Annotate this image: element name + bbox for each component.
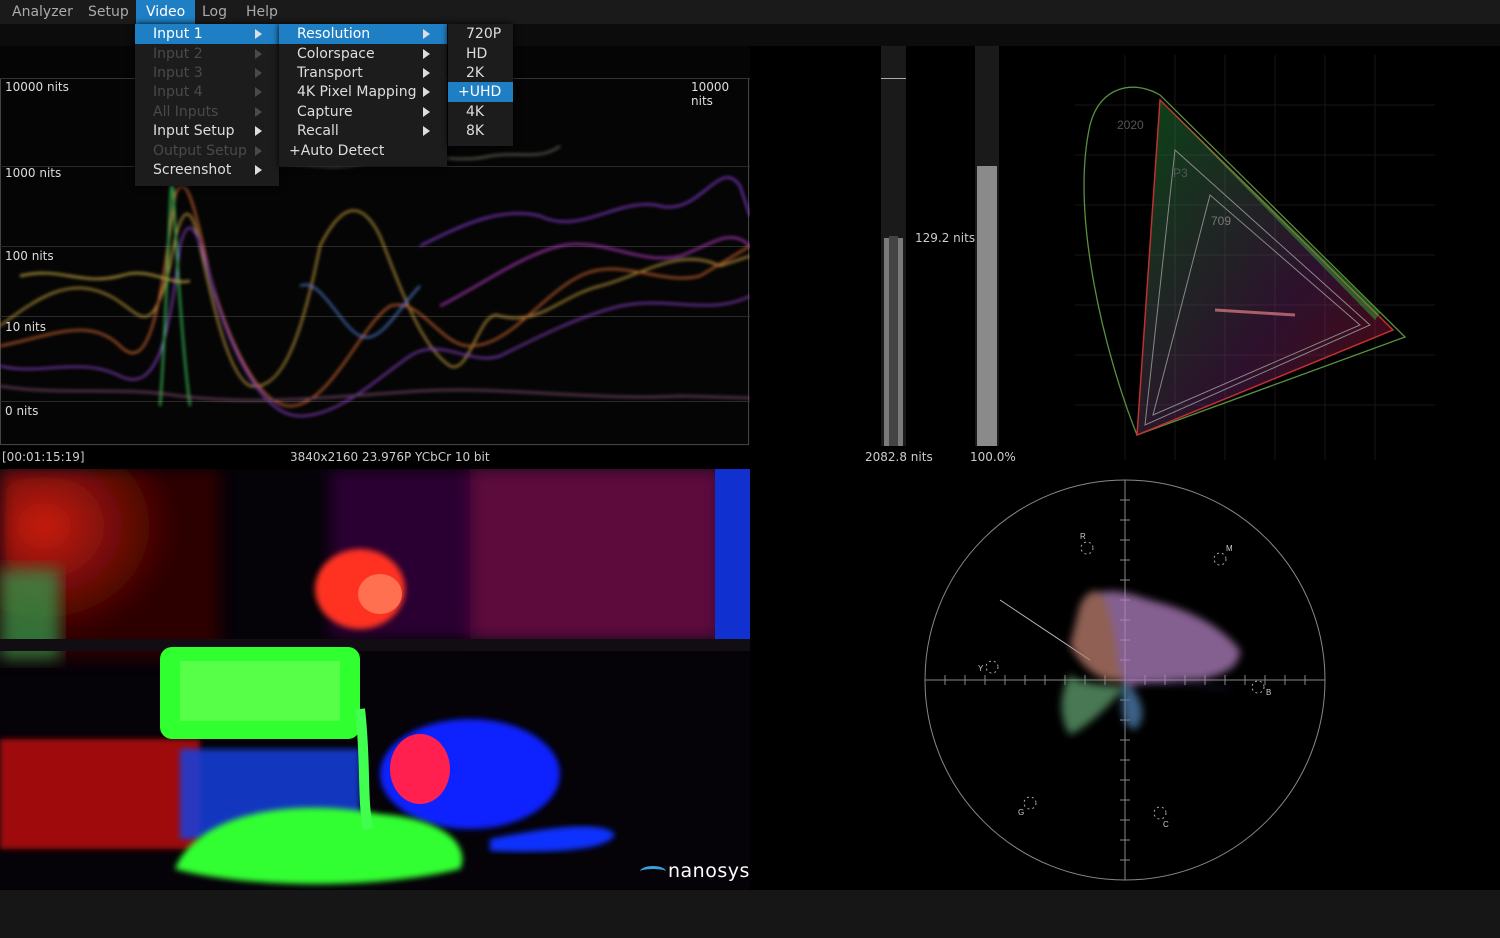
menu-item-4k-pixel-mapping[interactable]: 4K Pixel Mapping <box>279 82 447 102</box>
menu-log[interactable]: Log <box>196 0 233 24</box>
submenu-arrow-icon <box>255 87 262 97</box>
waveform-label-10000-left: 10000 nits <box>5 80 69 94</box>
percent-meter-fill <box>977 166 997 446</box>
vectorscope-target-m: M <box>1226 544 1233 553</box>
menu-analyzer[interactable]: Analyzer <box>6 0 79 24</box>
menu-item-transport-label: Transport <box>297 65 363 81</box>
submenu-arrow-icon <box>255 107 262 117</box>
meter-tick <box>881 78 906 79</box>
menu-item-input-4-label: Input 4 <box>153 84 203 100</box>
menu-item-recall[interactable]: Recall <box>279 121 447 141</box>
menu-item-input-3-label: Input 3 <box>153 65 203 81</box>
menu-item-colorspace-label: Colorspace <box>297 46 375 62</box>
menu-item-auto-detect[interactable]: +Auto Detect <box>279 141 447 161</box>
menu-bar: Analyzer Setup Video Log Help <box>0 0 1500 24</box>
menu-item-screenshot-label: Screenshot <box>153 162 232 178</box>
waveform-label-100: 100 nits <box>5 249 54 263</box>
submenu-arrow-icon <box>423 68 430 78</box>
menu-help[interactable]: Help <box>240 0 284 24</box>
menu-item-recall-label: Recall <box>297 123 339 139</box>
submenu-arrow-icon <box>255 49 262 59</box>
menu-video[interactable]: Video <box>136 0 196 24</box>
waveform-label-10: 10 nits <box>5 320 46 334</box>
vectorscope-target-r: R <box>1080 532 1086 541</box>
menu-item-capture[interactable]: Capture <box>279 102 447 122</box>
vectorscope-target-c: C <box>1163 820 1169 829</box>
input-submenu: Resolution Colorspace Transport 4K Pixel… <box>279 24 447 166</box>
menu-item-720p-label: 720P <box>466 26 502 42</box>
vectorscope: R M Y B G C <box>924 479 1326 881</box>
menu-item-output-setup-label: Output Setup <box>153 143 247 159</box>
menu-item-2k-label: 2K <box>466 65 485 81</box>
cie-label-709: 709 <box>1211 214 1231 228</box>
menu-item-all-inputs-label: All Inputs <box>153 104 219 120</box>
menu-item-resolution[interactable]: Resolution <box>279 24 447 44</box>
vectorscope-target-b: B <box>1266 688 1271 697</box>
menu-item-auto-detect-label: +Auto Detect <box>289 143 385 159</box>
menu-setup[interactable]: Setup <box>82 0 135 24</box>
waveform-label-0: 0 nits <box>5 404 39 418</box>
vectorscope-target-y: Y <box>978 664 984 673</box>
submenu-arrow-icon <box>255 68 262 78</box>
submenu-arrow-icon <box>255 165 262 175</box>
menu-item-8k-label: 8K <box>466 123 485 139</box>
timecode: [00:01:15:19] <box>2 450 85 464</box>
menu-item-resolution-label: Resolution <box>297 26 371 42</box>
menu-item-input-1-label: Input 1 <box>153 26 203 42</box>
waveform-label-10000-right: 10000 nits <box>691 80 730 108</box>
submenu-arrow-icon <box>423 107 430 117</box>
submenu-arrow-icon <box>423 87 430 97</box>
bottom-bar <box>0 890 1500 938</box>
percent-label: 100.0% <box>970 450 1016 464</box>
submenu-arrow-icon <box>423 49 430 59</box>
logo-text: nanosys <box>668 860 750 882</box>
menu-item-4k[interactable]: 4K <box>448 102 513 122</box>
video-frame <box>0 469 750 890</box>
max-nits-meter <box>881 46 906 446</box>
waveform-label-1000: 1000 nits <box>5 166 62 180</box>
percent-meter <box>975 46 999 446</box>
cie-label-2020: 2020 <box>1117 118 1144 132</box>
submenu-arrow-icon <box>255 126 262 136</box>
video-menu: Input 1 Input 2 Input 3 Input 4 All Inpu… <box>135 24 279 186</box>
menu-item-uhd-label: +UHD <box>458 84 502 100</box>
menu-item-input-setup-label: Input Setup <box>153 123 235 139</box>
menu-item-capture-label: Capture <box>297 104 353 120</box>
menu-item-2k[interactable]: 2K <box>448 63 513 83</box>
format-info: 3840x2160 23.976P YCbCr 10 bit <box>290 450 490 464</box>
video-preview <box>0 469 750 890</box>
vectorscope-target-g: G <box>1018 808 1024 817</box>
average-nits-label: 129.2 nits <box>915 231 976 245</box>
menu-item-4k-pixel-mapping-label: 4K Pixel Mapping <box>297 84 417 100</box>
submenu-arrow-icon <box>423 126 430 136</box>
menu-item-4k-label: 4K <box>466 104 485 120</box>
max-nits-label: 2082.8 nits <box>865 450 933 464</box>
resolution-submenu: 720P HD 2K +UHD 4K 8K <box>448 24 513 146</box>
submenu-arrow-icon <box>255 146 262 156</box>
cie-label-p3: P3 <box>1173 166 1188 180</box>
submenu-arrow-icon <box>255 29 262 39</box>
menu-item-uhd[interactable]: +UHD <box>448 82 513 102</box>
menu-item-transport[interactable]: Transport <box>279 63 447 83</box>
nanosys-logo: nanosys <box>640 860 750 882</box>
menu-item-input-2-label: Input 2 <box>153 46 203 62</box>
menu-item-hd[interactable]: HD <box>448 44 513 64</box>
cie-chromaticity-diagram: 2020 P3 709 <box>1075 55 1435 460</box>
meter-inner-bar <box>889 236 898 446</box>
submenu-arrow-icon <box>423 29 430 39</box>
menu-item-720p[interactable]: 720P <box>448 24 513 44</box>
menu-item-8k[interactable]: 8K <box>448 121 513 141</box>
nanosys-swoosh-icon <box>640 866 666 877</box>
menu-item-colorspace[interactable]: Colorspace <box>279 44 447 64</box>
menu-item-hd-label: HD <box>466 46 488 62</box>
